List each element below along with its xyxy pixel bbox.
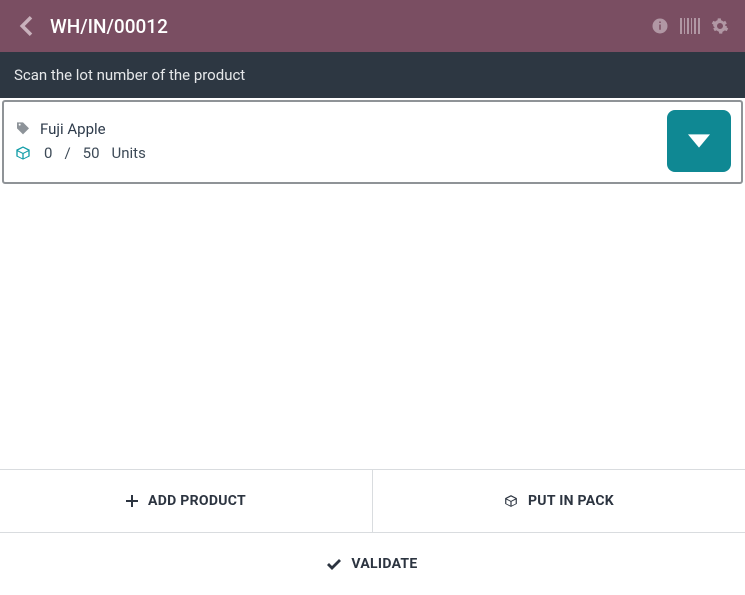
action-row: ADD PRODUCT PUT IN PACK [0, 469, 745, 533]
qty-done: 0 [44, 144, 52, 162]
product-line[interactable]: Fuji Apple 0 / 50 Units [2, 100, 743, 184]
scan-prompt-bar: Scan the lot number of the product [0, 52, 745, 98]
product-name: Fuji Apple [40, 120, 106, 138]
box-icon [14, 145, 32, 161]
settings-button[interactable] [705, 11, 735, 41]
validate-label: VALIDATE [351, 556, 417, 572]
product-info: Fuji Apple 0 / 50 Units [14, 120, 146, 162]
product-name-row: Fuji Apple [14, 120, 146, 138]
validate-button[interactable]: VALIDATE [0, 533, 745, 595]
add-product-label: ADD PRODUCT [148, 493, 246, 509]
qty-total: 50 [83, 144, 100, 162]
barcode-button[interactable] [675, 11, 705, 41]
content-spacer [0, 184, 745, 469]
gear-icon [711, 17, 729, 35]
tag-icon [14, 121, 32, 137]
page-title: WH/IN/00012 [50, 15, 168, 38]
header-bar: WH/IN/00012 [0, 0, 745, 52]
info-button[interactable] [645, 11, 675, 41]
caret-down-icon [688, 134, 710, 148]
plus-icon [126, 495, 138, 507]
chevron-left-icon [19, 16, 33, 36]
put-in-pack-button[interactable]: PUT IN PACK [372, 470, 745, 532]
qty-uom: Units [112, 144, 146, 162]
info-icon [651, 17, 669, 35]
barcode-icon [680, 18, 700, 34]
check-icon [327, 558, 341, 570]
put-in-pack-label: PUT IN PACK [528, 493, 614, 509]
expand-line-button[interactable] [667, 110, 731, 172]
back-button[interactable] [10, 10, 42, 42]
package-icon [504, 494, 518, 508]
qty-sep: / [64, 144, 70, 162]
product-qty-row: 0 / 50 Units [14, 144, 146, 162]
add-product-button[interactable]: ADD PRODUCT [0, 470, 372, 532]
